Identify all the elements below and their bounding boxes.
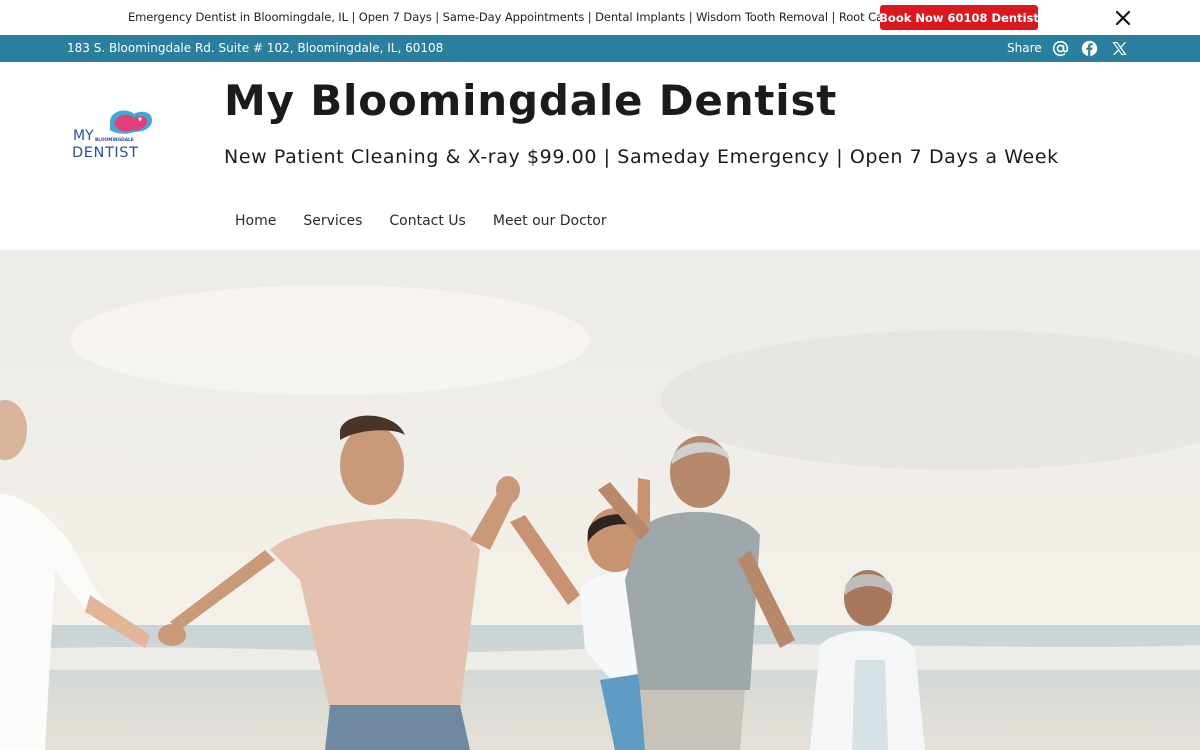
- announcement-bar: Emergency Dentist in Bloomingdale, IL | …: [0, 0, 1200, 35]
- x-twitter-icon[interactable]: [1111, 40, 1128, 57]
- address-text: 183 S. Bloomingdale Rd. Suite # 102, Blo…: [67, 41, 444, 55]
- site-tagline: New Patient Cleaning & X-ray $99.00 | Sa…: [224, 146, 1059, 168]
- share-label: Share: [1007, 41, 1042, 55]
- close-icon[interactable]: [1113, 8, 1133, 28]
- nav-home[interactable]: Home: [235, 213, 276, 229]
- book-now-button[interactable]: Book Now 60108 Dentist: [879, 5, 1039, 30]
- logo-dentist-text: DENTIST: [72, 145, 139, 161]
- info-bar: 183 S. Bloomingdale Rd. Suite # 102, Blo…: [0, 35, 1200, 62]
- nav-meet-our-doctor[interactable]: Meet our Doctor: [493, 213, 607, 229]
- nav-services[interactable]: Services: [303, 213, 362, 229]
- at-icon[interactable]: [1052, 40, 1069, 57]
- hero-image: [0, 250, 1200, 750]
- nav-contact-us[interactable]: Contact Us: [389, 213, 465, 229]
- site-title[interactable]: My Bloomingdale Dentist: [224, 76, 837, 125]
- announcement-text: Emergency Dentist in Bloomingdale, IL | …: [128, 10, 901, 24]
- logo-my-text: MY: [73, 128, 94, 144]
- main-nav: Home Services Contact Us Meet our Doctor: [235, 213, 607, 229]
- facebook-icon[interactable]: [1081, 40, 1098, 57]
- site-logo[interactable]: MY BLOOMINGDALE DENTIST: [68, 102, 158, 162]
- logo-bloomingdale-text: BLOOMINGDALE: [95, 137, 134, 143]
